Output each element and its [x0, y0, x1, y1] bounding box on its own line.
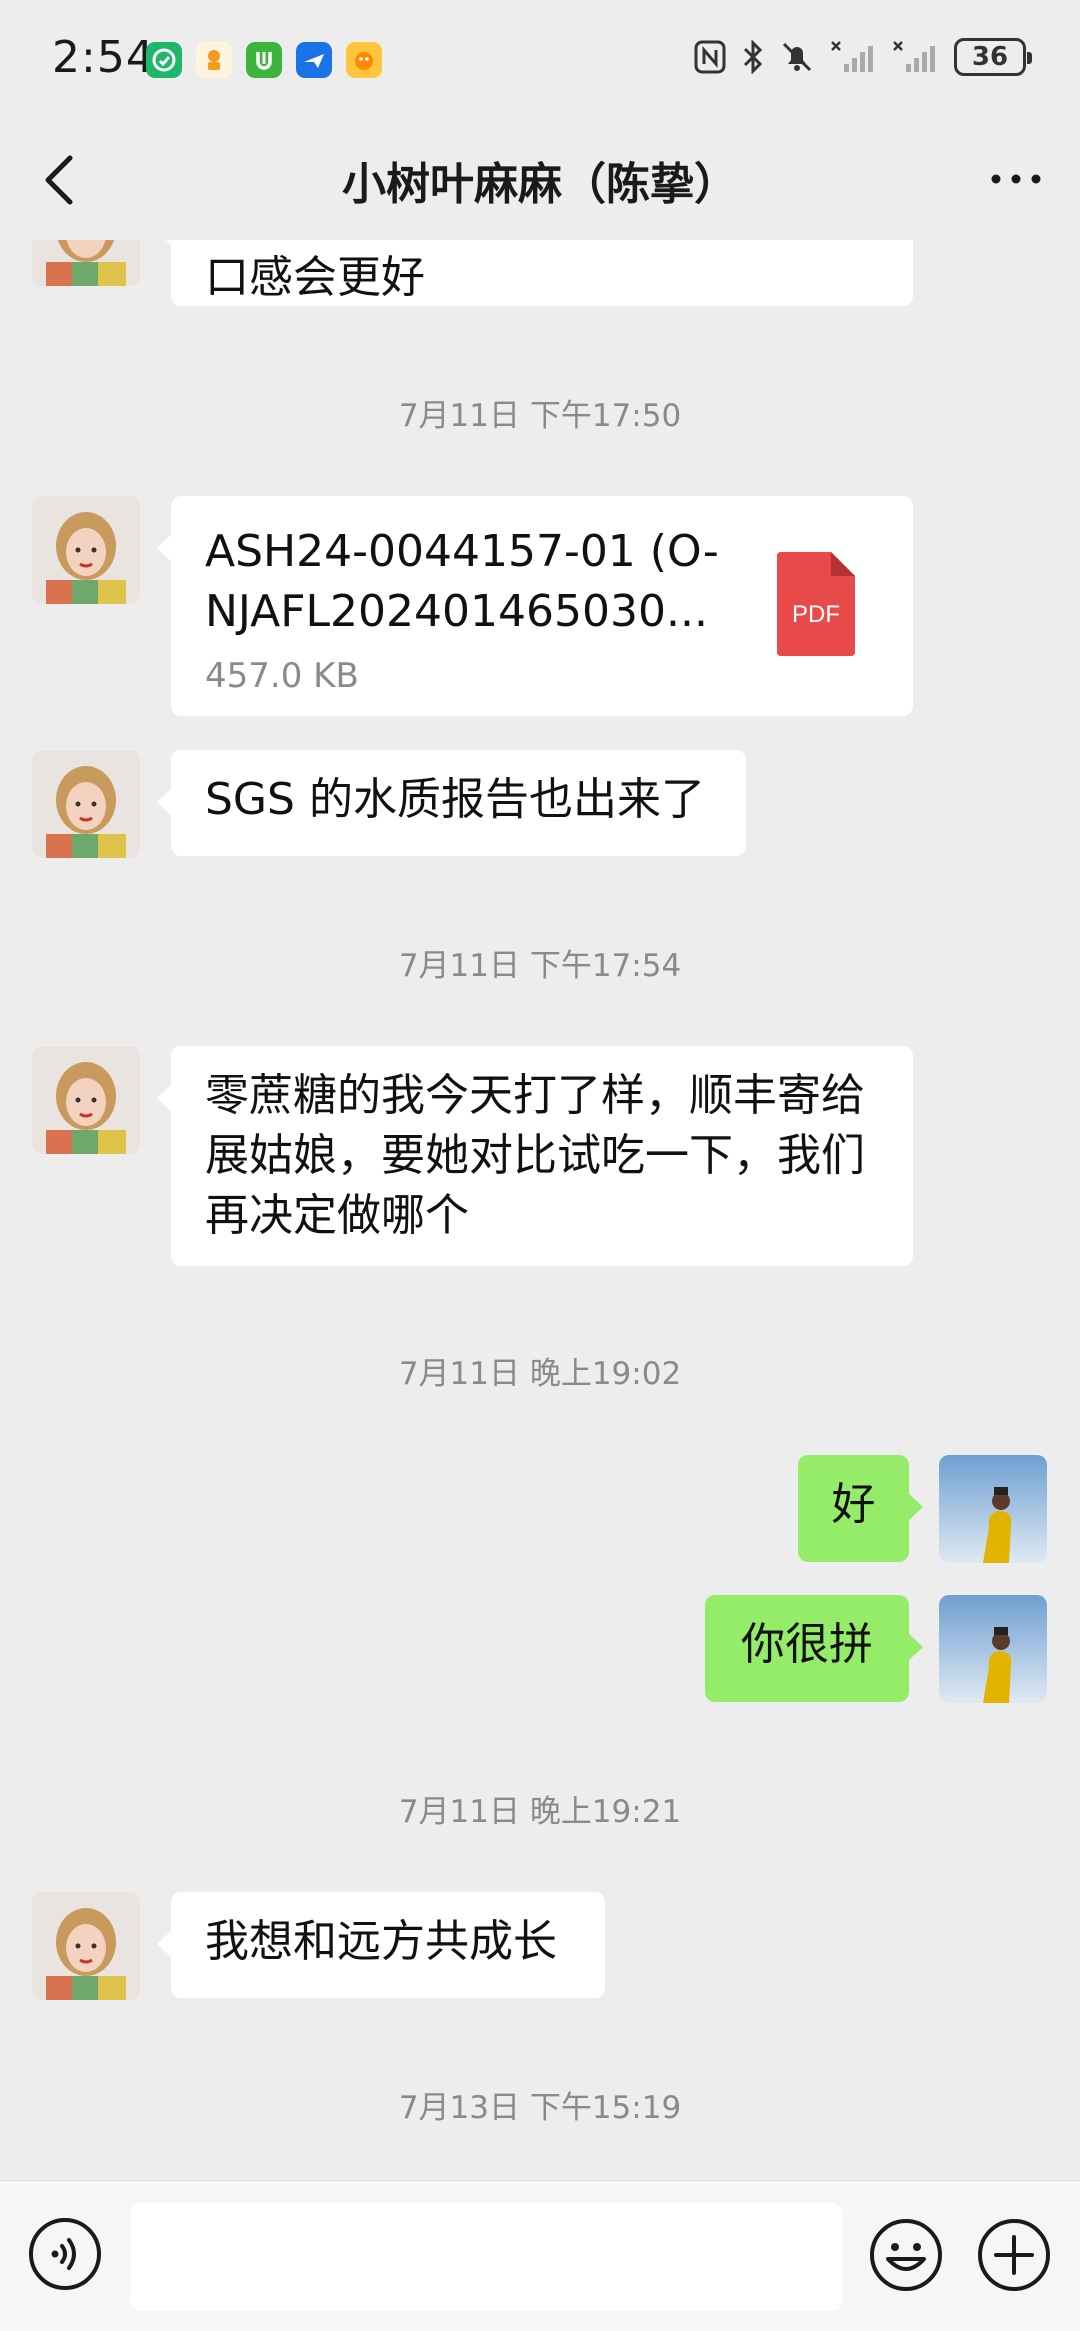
signal-icon — [831, 41, 873, 72]
signal-icon — [893, 41, 935, 72]
nfc-icon — [694, 40, 726, 74]
system-status-icons: 36 — [694, 38, 1032, 76]
chat-header: 小树叶麻麻（陈挚） — [0, 120, 1080, 240]
chat-title: 小树叶麻麻（陈挚） — [342, 159, 738, 210]
notification-icons — [146, 42, 382, 78]
mute-bell-icon — [782, 42, 812, 72]
contact-avatar[interactable] — [32, 240, 140, 286]
plane-app-icon — [296, 42, 332, 78]
more-options-icon[interactable] — [986, 154, 1046, 204]
app-notification-icon — [196, 42, 232, 78]
app-notification-icon — [346, 42, 382, 78]
bluetooth-icon — [743, 40, 763, 74]
battery-icon: 36 — [954, 38, 1032, 76]
message-bubble[interactable]: SGS 的水质报告也出来了 — [157, 750, 746, 856]
message-bubble[interactable]: 我想和远方共成长 — [157, 1892, 605, 1998]
app-notification-icon — [146, 42, 182, 78]
message-text: 你很拼 — [741, 1619, 873, 1670]
status-time: 2:54 — [52, 32, 155, 83]
chat-screen: 2:54 36 小树叶麻麻（陈挚） 口感会更好 7月11日 下午17:50 AS… — [0, 0, 1080, 2331]
outgoing-message-bubble[interactable]: 你很拼 — [705, 1595, 923, 1702]
message-bubble[interactable]: 口感会更好 — [157, 240, 913, 306]
message-timestamp: 7月11日 下午17:50 — [398, 398, 682, 434]
voice-input-icon[interactable] — [28, 2217, 102, 2291]
contact-avatar[interactable] — [32, 1892, 140, 2000]
message-text: 我想和远方共成长 — [205, 1916, 557, 1967]
message-timestamp: 7月13日 下午15:19 — [398, 2090, 682, 2126]
emoji-icon[interactable] — [868, 2217, 944, 2293]
message-text: 零蔗糖的我今天打了样，顺丰寄给展姑娘，要她对比试吃一下，我们再决定做哪个 — [205, 1070, 865, 1241]
outgoing-message-bubble[interactable]: 好 — [798, 1455, 923, 1562]
message-timestamp: 7月11日 晚上19:21 — [398, 1794, 682, 1830]
file-message-bubble[interactable]: ASH24-0044157-01 (O- NJAFL202401465030..… — [157, 496, 913, 716]
contact-avatar[interactable] — [32, 750, 140, 858]
message-text: SGS 的水质报告也出来了 — [205, 774, 705, 825]
message-text: 口感会更好 — [205, 252, 425, 303]
message-input[interactable] — [130, 2203, 842, 2311]
contact-avatar[interactable] — [32, 1046, 140, 1154]
contact-avatar[interactable] — [32, 496, 140, 604]
my-avatar[interactable] — [939, 1595, 1047, 1703]
status-bar: 2:54 36 — [0, 0, 1080, 120]
message-bubble[interactable]: 零蔗糖的我今天打了样，顺丰寄给展姑娘，要她对比试吃一下，我们再决定做哪个 — [157, 1046, 913, 1266]
input-bar — [0, 2180, 1080, 2331]
my-avatar[interactable] — [939, 1455, 1047, 1563]
message-list[interactable]: 口感会更好 7月11日 下午17:50 ASH24-0044157-01 (O-… — [0, 240, 1080, 2180]
pdf-label: PDF — [792, 601, 840, 628]
message-text: 好 — [831, 1479, 876, 1530]
app-notification-icon — [246, 42, 282, 78]
message-timestamp: 7月11日 晚上19:02 — [398, 1356, 682, 1392]
plus-icon[interactable] — [976, 2217, 1052, 2293]
pdf-file-icon: PDF — [777, 552, 855, 656]
message-timestamp: 7月11日 下午17:54 — [398, 948, 682, 984]
